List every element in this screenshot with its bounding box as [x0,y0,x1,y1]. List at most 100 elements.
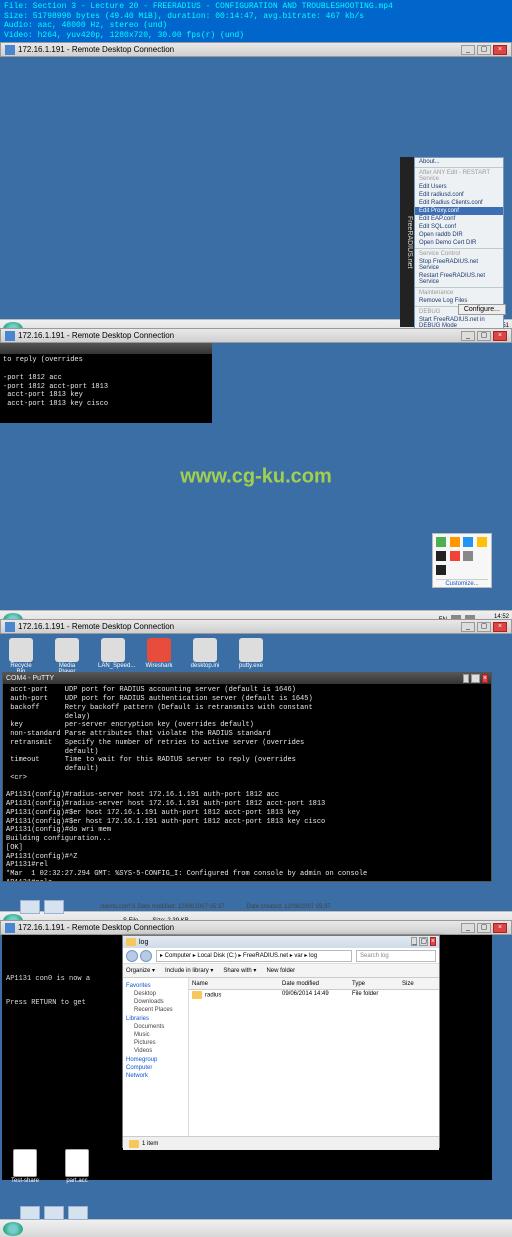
menu-edit-users[interactable]: Edit Users [415,183,503,191]
minimize-button[interactable]: _ [461,622,475,632]
tray-customize-link[interactable]: Customize... [436,579,488,591]
nav-documents[interactable]: Documents [126,1023,185,1031]
pinned-app-icon[interactable] [44,900,64,914]
nav-downloads[interactable]: Downloads [126,998,185,1006]
menu-open-raddb[interactable]: Open raddb DIR [415,231,503,239]
toolbar-organize[interactable]: Organize ▾ [126,967,155,974]
tray-popup-icon[interactable] [436,551,446,561]
pinned-app-icon[interactable] [44,1206,64,1220]
freeradius-sidebar-tab[interactable]: FreeRADIUS.net [400,157,414,327]
desktop-icon-partacc[interactable]: part.acc [60,1149,94,1184]
maximize-button[interactable]: ▢ [477,45,491,55]
nav-network[interactable]: Network [126,1073,185,1079]
icon-label: part.acc [66,1178,87,1184]
desktop-icon-wireshark[interactable]: Wireshark [144,638,174,675]
close-button[interactable]: × [430,937,436,946]
tray-popup-icon[interactable] [436,537,446,547]
menu-edit-sql[interactable]: Edit SQL.conf [415,223,503,231]
search-input[interactable]: Search log [356,950,436,962]
desktop-icon-lan[interactable]: LAN_Speed... [98,638,128,675]
tray-popup-icon[interactable] [463,537,473,547]
minimize-button[interactable]: _ [461,923,475,933]
menu-edit-proxy[interactable]: Edit Proxy.conf [415,207,503,215]
minimize-button[interactable]: _ [463,674,469,683]
tray-popup-icon[interactable] [463,551,473,561]
tray-popup-icon[interactable] [436,565,446,575]
desktop-icon-testshare[interactable]: Test-share [8,1149,42,1184]
close-button[interactable]: × [493,923,507,933]
nav-forward-button[interactable] [140,950,152,962]
remote-desktop-3[interactable]: Recycle Bin Media Player LAN_Speed... Wi… [0,634,512,911]
toolbar-include[interactable]: Include in library ▾ [165,967,213,974]
explorer-file-list[interactable]: Name Date modified Type Size radius 09/0… [189,978,439,1136]
menu-stop-service[interactable]: Stop FreeRADIUS.net Service [415,258,503,272]
terminal-output[interactable]: acct-port UDP port for RADIUS accounting… [3,684,491,881]
desktop-icon-recycle[interactable]: Recycle Bin [6,638,36,675]
toolbar-share[interactable]: Share with ▾ [223,967,256,974]
rdc-titlebar-3[interactable]: 172.16.1.191 - Remote Desktop Connection… [0,619,512,634]
taskbar-4[interactable] [0,1219,512,1237]
rdc-icon [5,923,15,933]
menu-restart-service[interactable]: Restart FreeRADIUS.net Service [415,272,503,286]
maximize-button[interactable]: ▢ [471,674,480,683]
maximize-button[interactable]: ▢ [477,622,491,632]
tray-popup-icon[interactable] [450,537,460,547]
start-button[interactable] [3,1222,23,1236]
desktop-icon-putty[interactable]: putty.exe [236,638,266,675]
explorer-titlebar[interactable]: log _ ▢ × [123,936,439,948]
nav-homegroup[interactable]: Homegroup [126,1057,185,1063]
nav-videos[interactable]: Videos [126,1047,185,1055]
rdc-titlebar-1[interactable]: 172.16.1.191 - Remote Desktop Connection… [0,42,512,57]
nav-back-button[interactable] [126,950,138,962]
pinned-app-icon[interactable] [20,1206,40,1220]
desktop-icon-media[interactable]: Media Player [52,638,82,675]
pinned-app-icon[interactable] [20,900,40,914]
tray-popup-icon[interactable] [477,537,487,547]
file-row[interactable]: radius 09/06/2014 14:49 File folder [189,990,439,1000]
nav-libraries[interactable]: Libraries [126,1016,185,1022]
close-button[interactable]: × [493,622,507,632]
minimize-button[interactable]: _ [461,331,475,341]
menu-about[interactable]: About... [415,158,503,166]
explorer-window[interactable]: log _ ▢ × ▸ Computer ▸ Local Disk (C:) ▸… [122,935,440,1148]
nav-desktop[interactable]: Desktop [126,990,185,998]
remote-desktop-1[interactable]: FreeRADIUS.net About... After ANY Edit -… [0,57,512,319]
col-name[interactable]: Name [192,981,282,987]
nav-recent[interactable]: Recent Places [126,1006,185,1014]
putty-titlebar[interactable] [0,343,212,354]
rdc-titlebar-2[interactable]: 172.16.1.191 - Remote Desktop Connection… [0,328,512,343]
maximize-button[interactable]: ▢ [477,331,491,341]
maximize-button[interactable]: ▢ [477,923,491,933]
col-date[interactable]: Date modified [282,981,352,987]
terminal-output[interactable]: to reply (overrides -port 1812 acc -port… [0,354,212,423]
breadcrumb[interactable]: ▸ Computer ▸ Local Disk (C:) ▸ FreeRADIU… [156,950,352,962]
putty-titlebar[interactable]: COM4 - PuTTY _ ▢ × [3,673,491,684]
maximize-button[interactable]: ▢ [419,937,428,946]
nav-computer[interactable]: Computer [126,1065,185,1071]
rdc-titlebar-4[interactable]: 172.16.1.191 - Remote Desktop Connection… [0,920,512,935]
remote-desktop-4[interactable]: AP1131 con0 is now a Press RETURN to get… [0,935,512,1219]
close-button[interactable]: × [482,674,488,683]
toolbar-new-folder[interactable]: New folder [266,968,295,974]
tray-popup-icon[interactable] [450,551,460,561]
putty-window[interactable]: COM4 - PuTTY _ ▢ × acct-port UDP port fo… [2,672,492,882]
col-type[interactable]: Type [352,981,402,987]
menu-open-cert[interactable]: Open Demo Cert DIR [415,239,503,247]
minimize-button[interactable]: _ [461,45,475,55]
close-button[interactable]: × [493,331,507,341]
col-size[interactable]: Size [402,981,436,987]
menu-edit-radiusd[interactable]: Edit radiusd.conf [415,191,503,199]
nav-pictures[interactable]: Pictures [126,1039,185,1047]
menu-edit-eap[interactable]: Edit EAP.conf [415,215,503,223]
configure-button[interactable]: Configure... [458,304,506,315]
pinned-app-icon[interactable] [68,1206,88,1220]
nav-music[interactable]: Music [126,1031,185,1039]
desktop-icons: Recycle Bin Media Player LAN_Speed... Wi… [6,638,266,675]
minimize-button[interactable]: _ [411,937,417,946]
putty-window-small[interactable]: to reply (overrides -port 1812 acc -port… [0,343,212,423]
menu-edit-clients[interactable]: Edit Radius Clients.conf [415,199,503,207]
remote-desktop-2[interactable]: to reply (overrides -port 1812 acc -port… [0,343,512,610]
close-button[interactable]: × [493,45,507,55]
desktop-icon-ini[interactable]: desktop.ini [190,638,220,675]
nav-favorites[interactable]: Favorites [126,983,185,989]
